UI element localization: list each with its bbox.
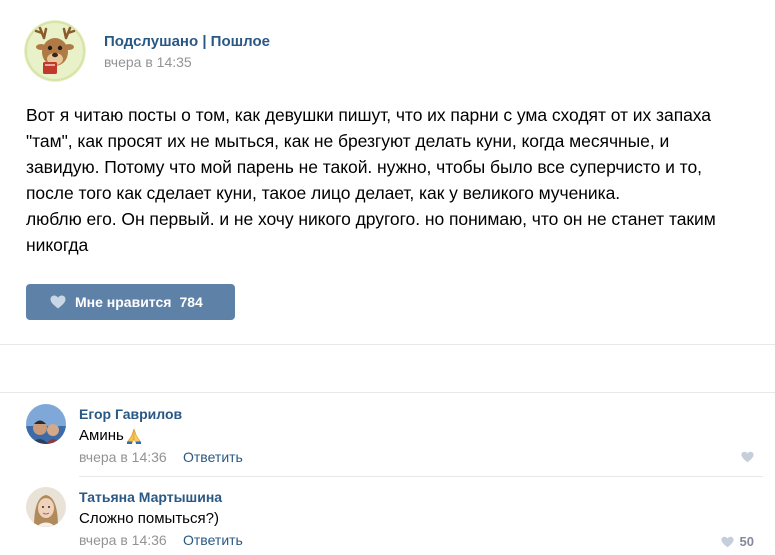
heart-icon — [50, 295, 66, 309]
comment-text: Сложно помыться?) — [79, 510, 219, 527]
divider — [0, 344, 775, 345]
post-meta: Подслушано | Пошлое вчера в 14:35 — [104, 33, 270, 71]
divider — [79, 476, 763, 477]
reply-button[interactable]: Ответить — [183, 532, 243, 549]
divider — [0, 392, 775, 393]
comment: Татьяна Мартышина Сложно помыться?) вчер… — [26, 487, 766, 555]
like-label: Мне нравится — [75, 294, 172, 310]
comment-like-button[interactable]: 50 — [720, 534, 754, 549]
user-photo-icon — [26, 487, 66, 527]
heart-icon — [720, 536, 734, 547]
deer-mascot-icon — [24, 20, 86, 82]
like-button[interactable]: Мне нравится 784 — [26, 284, 235, 320]
comment: Егор Гаврилов Аминь вчера в 14:36 Ответи… — [26, 404, 766, 474]
comment-text-value: Аминь — [79, 427, 124, 444]
heart-icon — [741, 451, 754, 463]
avatar[interactable] — [26, 487, 66, 527]
comment-date[interactable]: вчера в 14:36 — [79, 449, 167, 466]
comment-text: Аминь — [79, 426, 143, 445]
group-name-link[interactable]: Подслушано | Пошлое — [104, 33, 270, 51]
group-avatar[interactable] — [24, 20, 86, 82]
post-header: Подслушано | Пошлое вчера в 14:35 — [24, 20, 270, 84]
comment-like-button[interactable] — [741, 451, 754, 463]
post-text: Вот я читаю посты о том, как девушки пиш… — [26, 105, 716, 255]
comment-author-link[interactable]: Егор Гаврилов — [79, 406, 182, 423]
avatar[interactable] — [26, 404, 66, 444]
reply-button[interactable]: Ответить — [183, 449, 243, 466]
comment-author-link[interactable]: Татьяна Мартышина — [79, 489, 222, 506]
user-photo-icon — [26, 404, 66, 444]
like-count: 784 — [179, 294, 203, 310]
comment-like-count: 50 — [739, 534, 754, 549]
post-date[interactable]: вчера в 14:35 — [104, 54, 270, 71]
praying-hands-icon — [126, 428, 141, 444]
comment-date[interactable]: вчера в 14:36 — [79, 532, 167, 549]
